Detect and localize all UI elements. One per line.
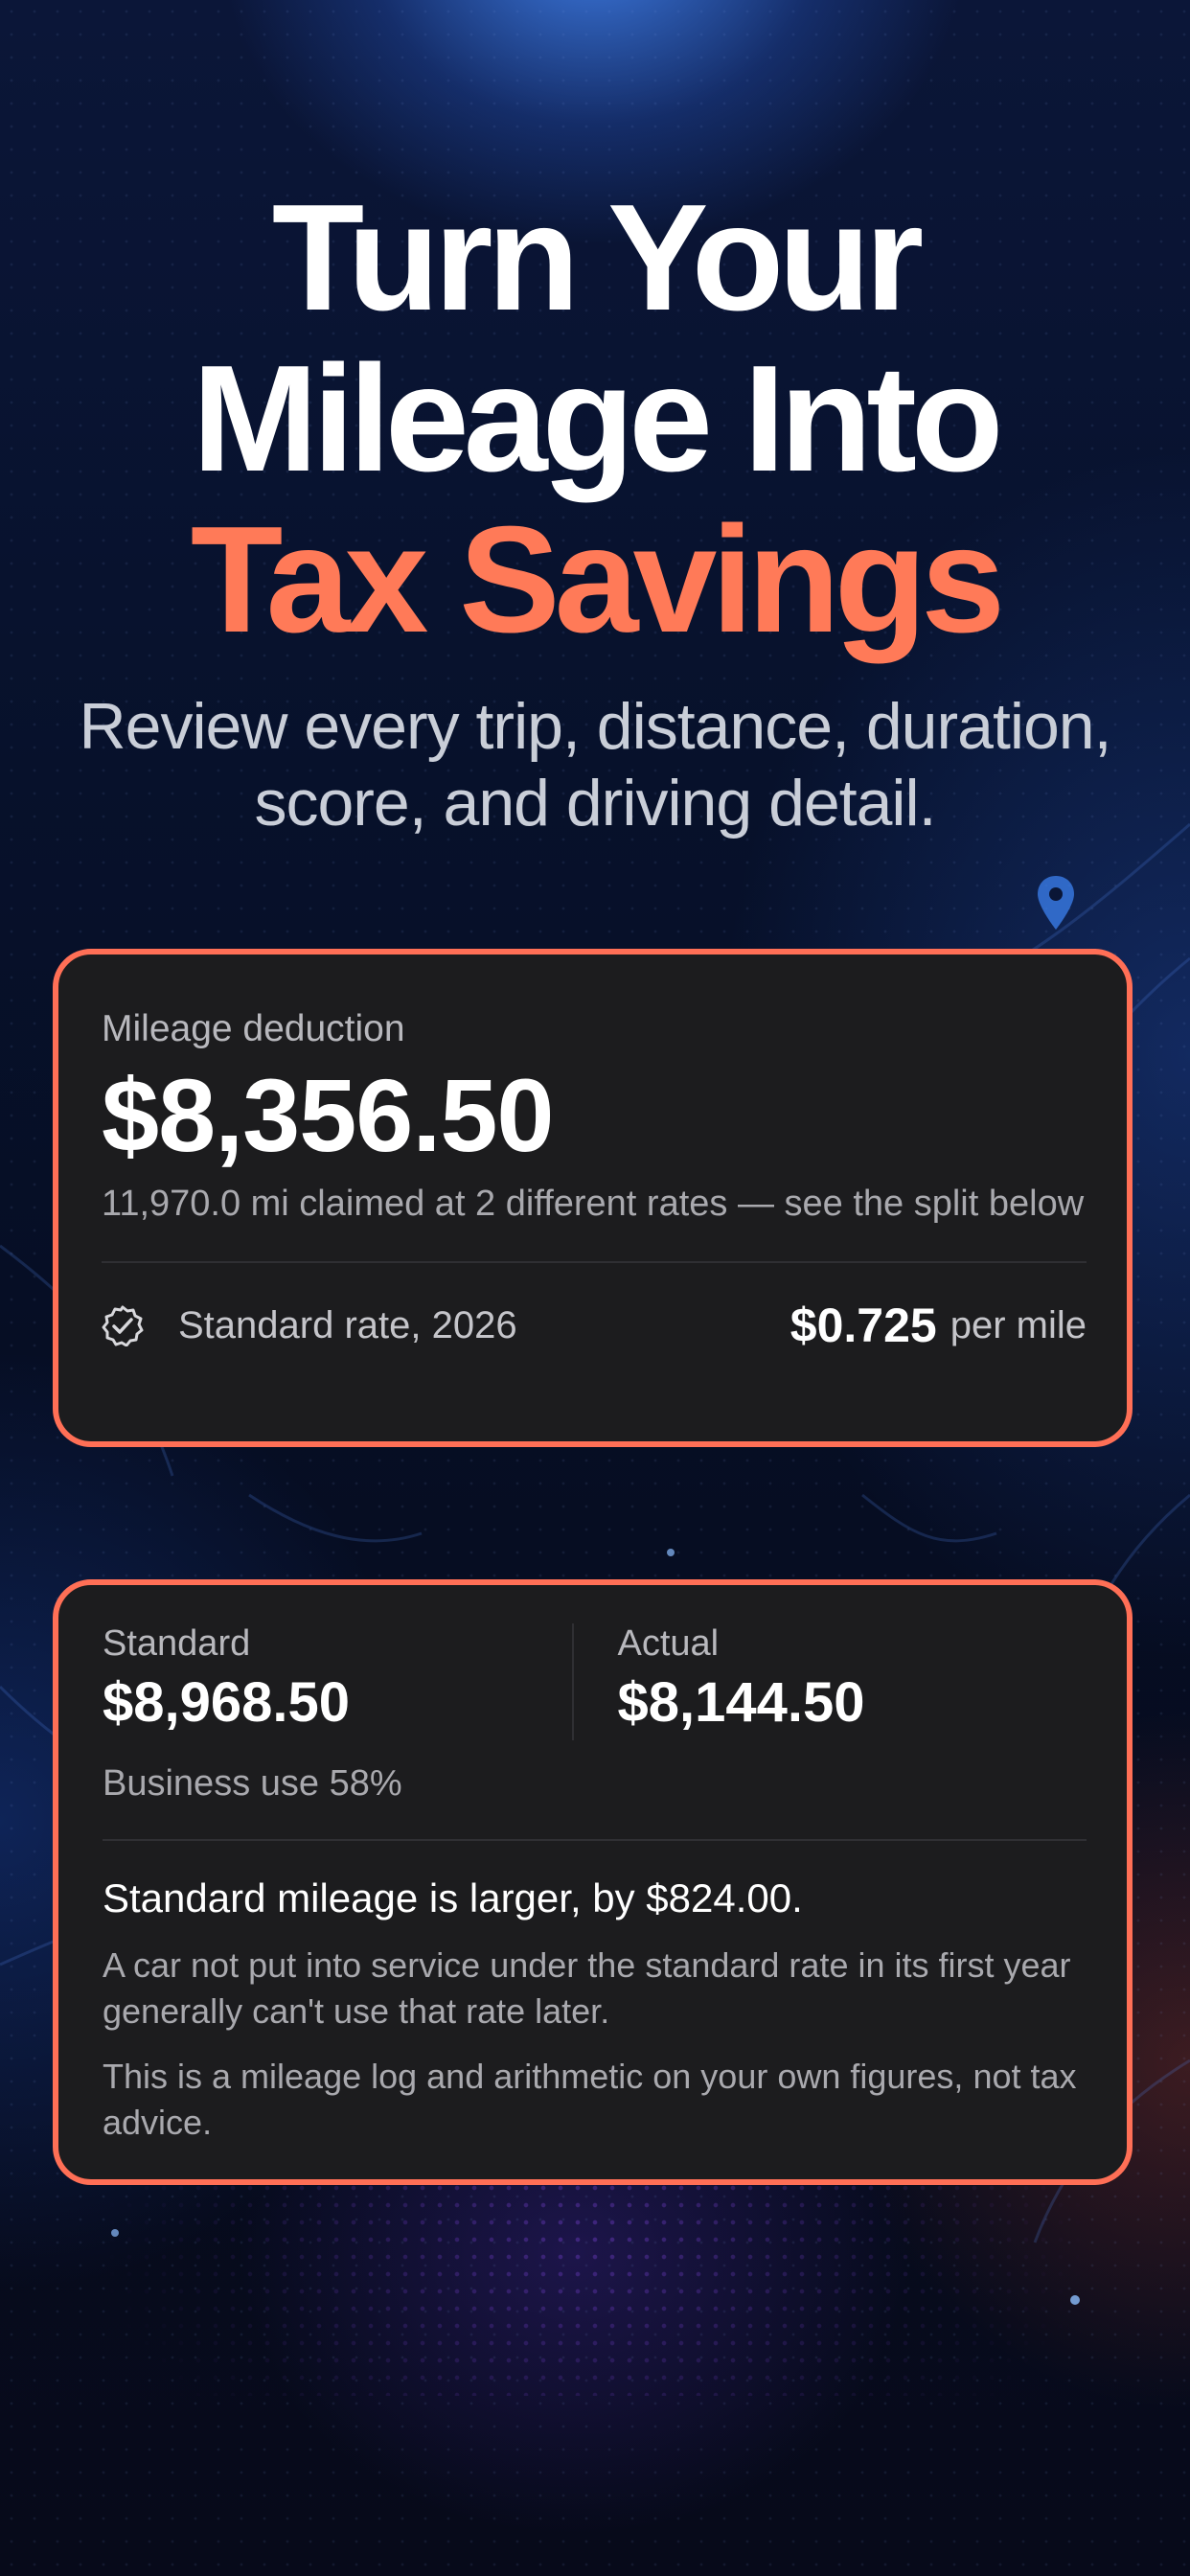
rate-row: Standard rate, 2026 $0.725 per mile <box>102 1263 1087 1388</box>
headline-line-3: Tax Savings <box>190 495 1005 664</box>
first-year-note: A car not put into service under the sta… <box>103 1945 1071 2031</box>
deduction-description: 11,970.0 mi claimed at 2 different rates… <box>102 1184 1085 1224</box>
comparison-columns: Standard $8,968.50 Actual $8,144.50 <box>103 1623 1087 1740</box>
actual-amount: $8,144.50 <box>617 1671 865 1734</box>
standard-label: Standard <box>103 1623 251 1664</box>
hero-subtitle: Review every trip, distance, duration, s… <box>79 690 1112 840</box>
comparison-conclusion: Standard mileage is larger, by $824.00. <box>103 1875 803 1920</box>
deduction-amount: $8,356.50 <box>102 1057 554 1173</box>
actual-label: Actual <box>617 1623 720 1664</box>
verified-badge-icon <box>102 1305 144 1346</box>
actual-column: Actual $8,144.50 <box>574 1623 1087 1740</box>
rate-value: $0.725 <box>790 1299 937 1352</box>
standard-amount: $8,968.50 <box>103 1671 351 1734</box>
card-divider <box>103 1839 1087 1841</box>
disclaimer-note: This is a mileage log and arithmetic on … <box>103 2057 1077 2142</box>
method-comparison-card: Standard $8,968.50 Actual $8,144.50 Busi… <box>53 1579 1133 2185</box>
rate-label: Standard rate, 2026 <box>178 1303 517 1346</box>
hero-headline: Turn Your Mileage Into Tax Savings <box>0 177 1190 660</box>
mileage-deduction-card: Mileage deduction $8,356.50 11,970.0 mi … <box>53 949 1133 1447</box>
standard-column: Standard $8,968.50 <box>103 1623 574 1740</box>
deduction-label: Mileage deduction <box>102 1008 405 1049</box>
map-pin-icon <box>1038 876 1074 930</box>
rate-unit: per mile <box>950 1303 1087 1346</box>
headline-line-1: Turn Your <box>271 173 925 342</box>
business-use: Business use 58% <box>103 1763 402 1804</box>
headline-line-2: Mileage Into <box>192 334 1004 503</box>
